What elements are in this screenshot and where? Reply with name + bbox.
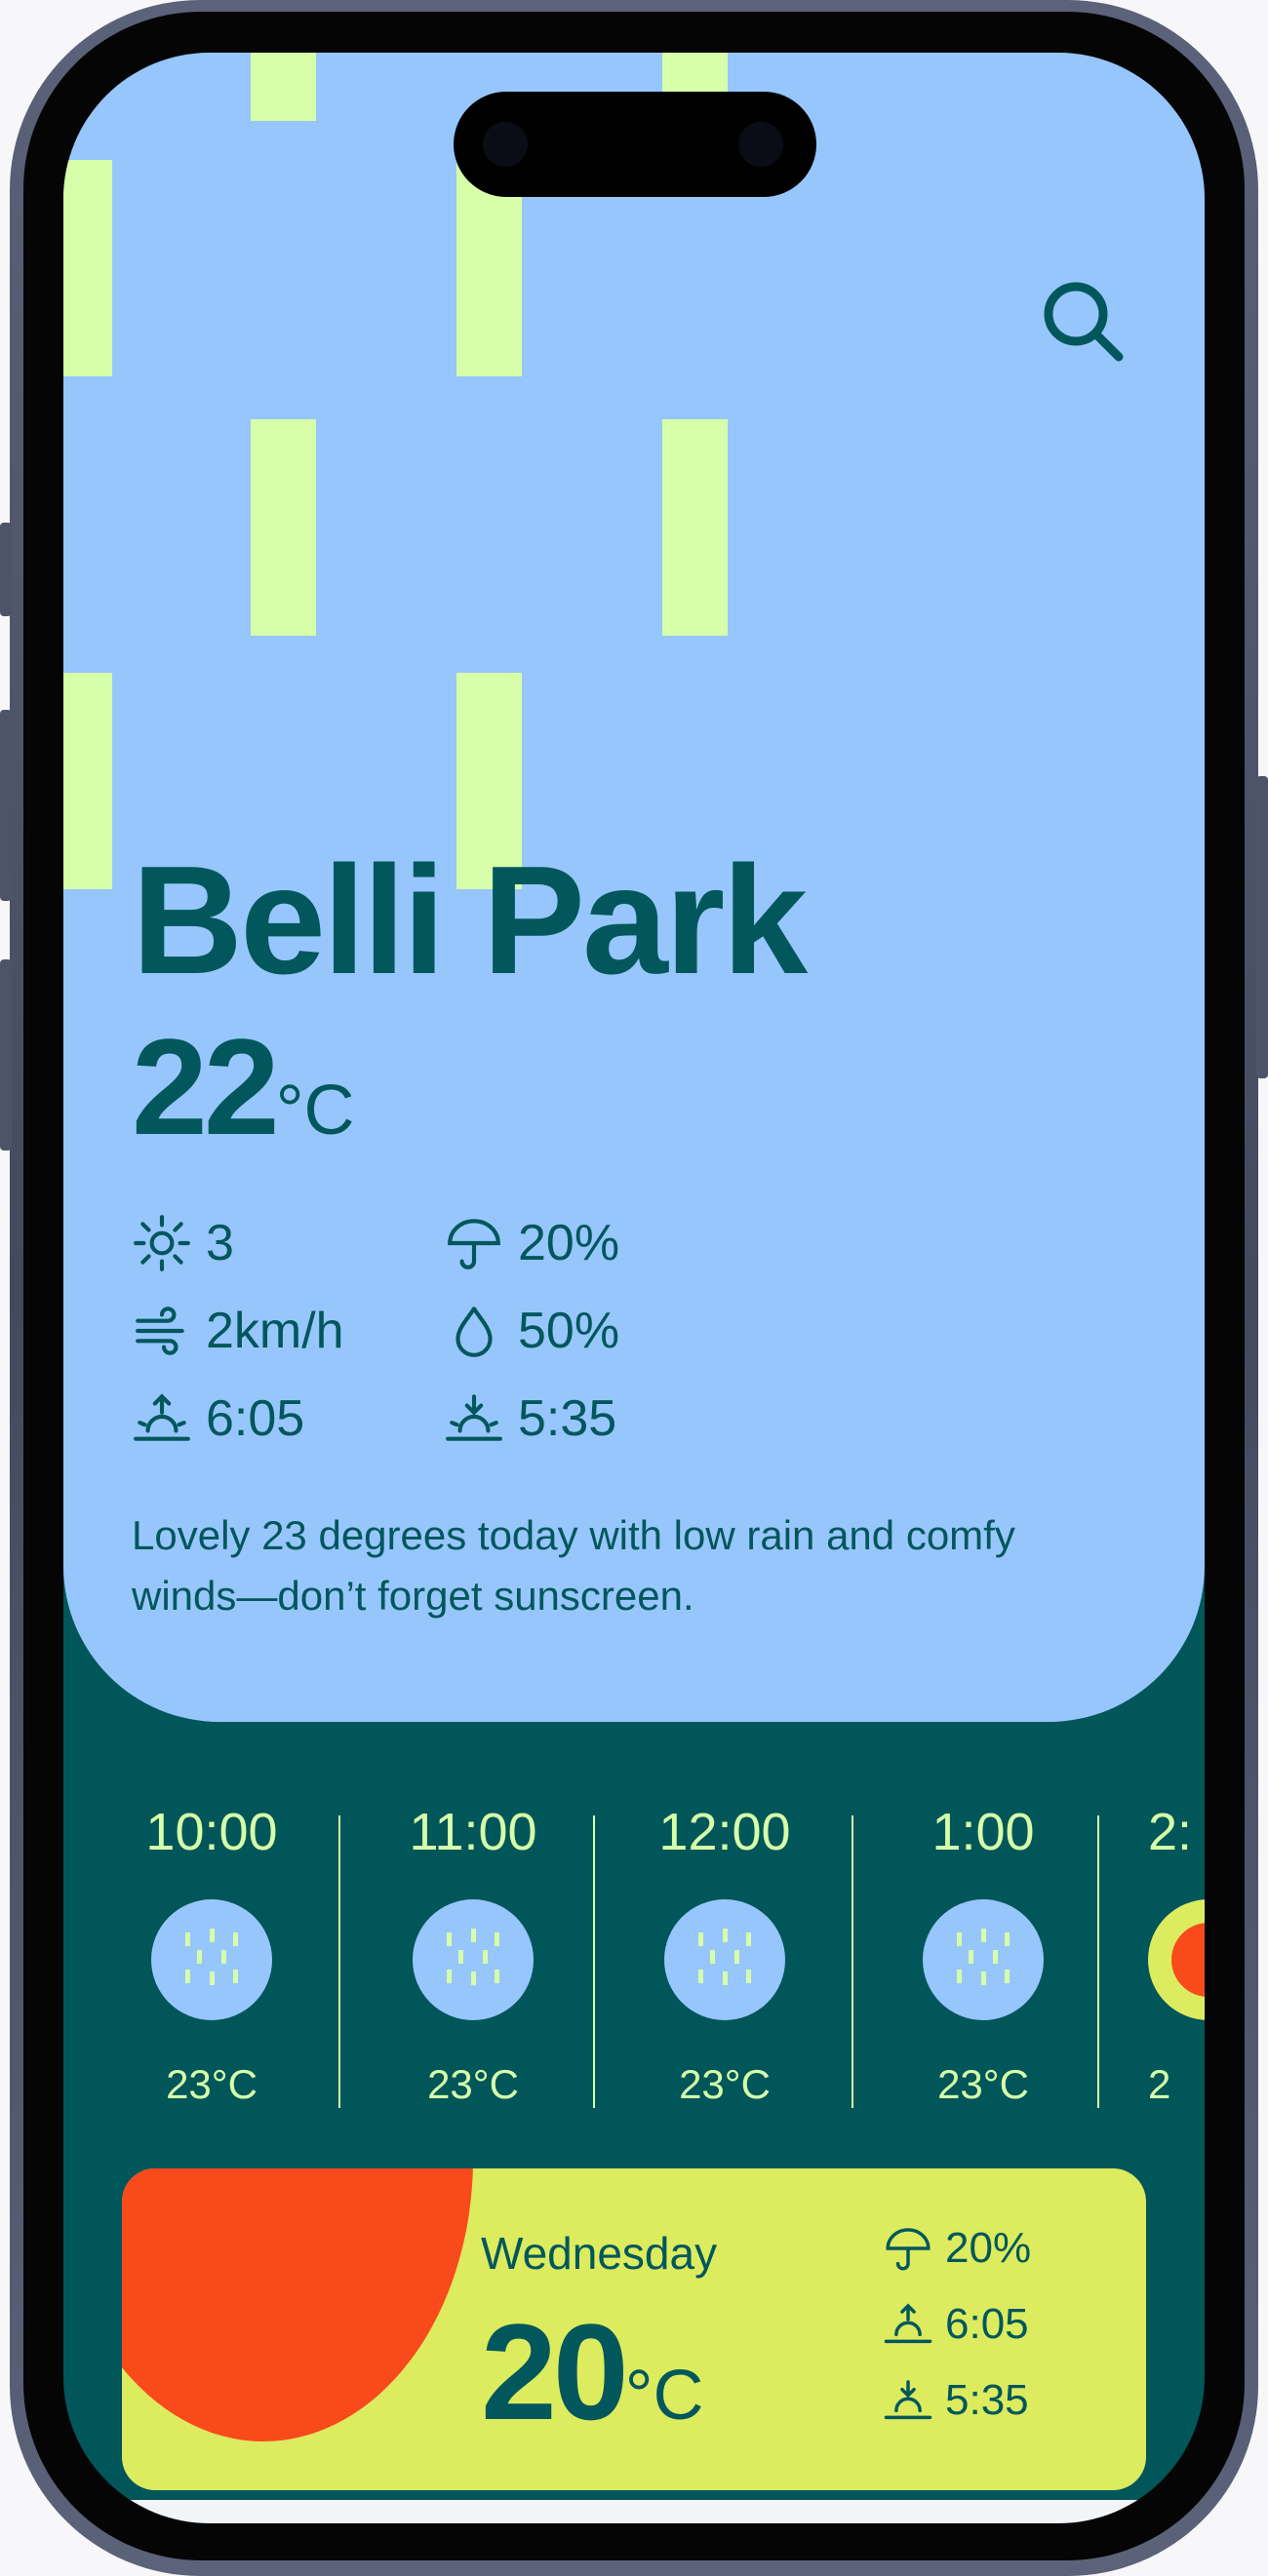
temperature-unit: °C — [275, 1072, 355, 1150]
rain-stripe — [251, 419, 316, 636]
day-temp-unit: °C — [624, 2357, 704, 2435]
hour-divider — [852, 1815, 853, 2108]
dynamic-island — [454, 92, 816, 197]
hour-temp: 23°C — [166, 2061, 258, 2107]
sun-graphic — [122, 2168, 473, 2441]
day-rain-value: 20% — [945, 2224, 1032, 2272]
rain-chance-value: 20% — [518, 1215, 620, 1271]
hour-time: 1:00 — [931, 1803, 1035, 1861]
day-sunrise-value: 6:05 — [945, 2300, 1029, 2348]
side-button — [1256, 776, 1268, 1078]
daily-forecast-card[interactable]: Wednesday 20°C 20% 6:05 5:35 — [122, 2168, 1146, 2490]
rain-icon — [923, 1899, 1044, 2020]
sunset-icon — [446, 1394, 502, 1441]
hourly-item[interactable]: 2: 2 — [1148, 1798, 1205, 2108]
next-card-peek — [63, 2500, 1205, 2523]
day-sunset-value: 5:35 — [945, 2376, 1029, 2424]
current-temperature: 22°C — [132, 1008, 355, 1166]
uv-index-stat: 3 — [132, 1213, 234, 1273]
rain-stripe — [63, 160, 112, 376]
sunrise-icon — [884, 2303, 932, 2344]
volume-down-button — [0, 959, 12, 1151]
hour-divider — [593, 1815, 595, 2108]
sunset-value: 5:35 — [518, 1390, 617, 1447]
hourly-item[interactable]: 10:00 23°C — [134, 1798, 290, 2108]
sun-icon — [134, 1215, 190, 1271]
droplet-icon — [456, 1307, 493, 1357]
city-name: Belli Park — [132, 835, 808, 1006]
sunset-icon — [884, 2380, 932, 2420]
weather-summary: Lovely 23 degrees today with low rain an… — [132, 1512, 1015, 1619]
hourly-item[interactable]: 11:00 23°C — [395, 1798, 551, 2108]
hour-temp: 23°C — [937, 2061, 1029, 2107]
hour-temp: 23°C — [679, 2061, 771, 2107]
sunrise-icon — [134, 1393, 190, 1441]
day-temp-value: 20 — [481, 2295, 629, 2448]
day-sunrise-stat: 6:05 — [883, 2299, 1029, 2350]
wind-value: 2km/h — [206, 1303, 344, 1359]
hour-time: 11:00 — [409, 1803, 537, 1861]
uv-value: 3 — [206, 1215, 234, 1271]
humidity-value: 50% — [518, 1303, 620, 1359]
day-rain-stat: 20% — [883, 2223, 1031, 2274]
rain-stripe — [662, 419, 728, 636]
hour-divider — [1097, 1815, 1099, 2108]
rain-icon — [151, 1899, 272, 2020]
front-camera — [483, 122, 528, 167]
current-weather-panel: Belli Park 22°C 3 20% 2km/h 50% 6:05 5:3… — [63, 53, 1205, 1722]
hourly-item[interactable]: 12:00 23°C — [647, 1798, 803, 2108]
hour-time: 12:00 — [658, 1803, 791, 1861]
rain-chance-stat: 20% — [444, 1213, 619, 1273]
hour-time: 10:00 — [145, 1803, 278, 1861]
day-temperature: 20°C — [481, 2293, 704, 2451]
temperature-value: 22 — [132, 1010, 280, 1163]
hour-temp: 23°C — [427, 2061, 519, 2107]
humidity-stat: 50% — [444, 1301, 619, 1361]
hourly-item[interactable]: 1:00 23°C — [905, 1798, 1061, 2108]
rain-icon — [413, 1899, 534, 2020]
face-id-sensor — [738, 122, 783, 167]
sunrise-stat: 6:05 — [132, 1388, 304, 1449]
app-screen: Belli Park 22°C 3 20% 2km/h 50% 6:05 5:3… — [63, 53, 1205, 2523]
volume-up-button — [0, 710, 12, 901]
rain-stripe — [662, 53, 728, 92]
umbrella-icon — [886, 2228, 931, 2271]
umbrella-icon — [448, 1219, 500, 1269]
search-button[interactable] — [1039, 277, 1127, 365]
day-sunset-stat: 5:35 — [883, 2375, 1029, 2426]
hour-divider — [338, 1815, 340, 2108]
sunrise-value: 6:05 — [206, 1390, 305, 1447]
rain-stripe — [251, 53, 316, 121]
rain-stripe — [63, 673, 112, 889]
hour-time: 2: — [1148, 1803, 1193, 1861]
search-icon — [1044, 282, 1124, 362]
action-button — [0, 523, 12, 616]
day-name: Wednesday — [481, 2228, 718, 2279]
sunset-stat: 5:35 — [444, 1388, 616, 1449]
rain-icon — [664, 1899, 785, 2020]
wind-icon — [136, 1307, 184, 1355]
sun-icon — [1148, 1899, 1205, 2020]
wind-stat: 2km/h — [132, 1301, 344, 1361]
hour-temp: 2 — [1148, 2061, 1171, 2107]
